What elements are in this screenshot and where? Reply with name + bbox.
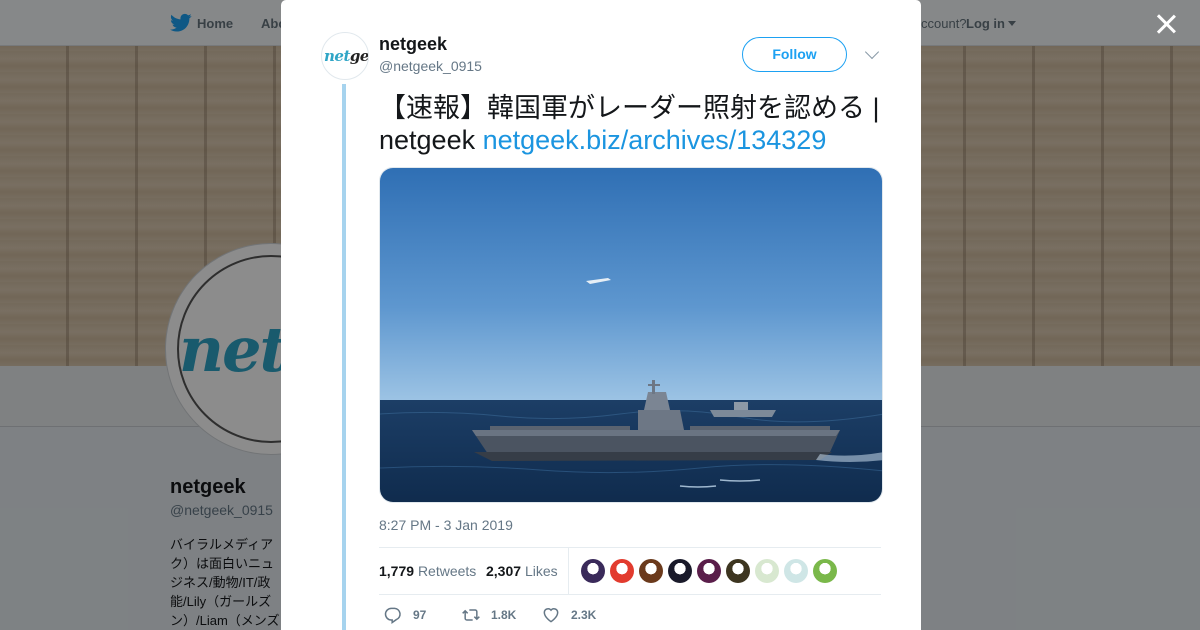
follow-button[interactable]: Follow (742, 37, 847, 72)
tweet-text: 【速報】韓国軍がレーダー照射を認める | netgeek netgeek.biz… (379, 92, 889, 156)
tweet-modal: netgeek netgeek @netgeek_0915 Follow 【速報… (281, 0, 921, 630)
chevron-down-icon[interactable] (864, 44, 880, 60)
likes-label: Likes (524, 563, 558, 579)
reply-button[interactable]: 97 (383, 603, 426, 627)
tweet-timestamp[interactable]: 8:27 PM - 3 Jan 2019 (379, 517, 513, 533)
liker-avatar[interactable] (610, 559, 634, 583)
like-count: 2.3K (571, 608, 597, 622)
retweets-stat[interactable]: 1,779 Retweets (379, 563, 476, 579)
reply-count: 97 (413, 608, 427, 622)
liker-avatar[interactable] (726, 559, 750, 583)
retweets-count: 1,779 (379, 563, 415, 579)
heart-icon (543, 608, 559, 623)
tweet-actions: 97 1.8K 2.3K (379, 603, 881, 627)
liker-avatar[interactable] (668, 559, 692, 583)
tweet-stats: 1,779 Retweets 2,307 Likes (379, 547, 881, 595)
tweet-link[interactable]: netgeek.biz/archives/134329 (483, 125, 827, 155)
thread-line (342, 84, 346, 630)
tweet-author-avatar[interactable]: netgeek (321, 32, 369, 80)
retweets-label: Retweets (417, 563, 477, 579)
liker-avatar[interactable] (697, 559, 721, 583)
tweet-media-photo[interactable] (379, 167, 883, 503)
reply-icon (384, 607, 401, 624)
warship-photo (380, 168, 882, 502)
likes-stat[interactable]: 2,307 Likes (486, 563, 558, 579)
netgeek-logo: netgeek (324, 47, 369, 65)
liker-avatar[interactable] (581, 559, 605, 583)
tweet-author-name[interactable]: netgeek (379, 34, 447, 55)
close-icon[interactable] (1152, 10, 1180, 38)
liker-avatar[interactable] (813, 559, 837, 583)
liker-avatar[interactable] (639, 559, 663, 583)
retweet-count: 1.8K (491, 608, 517, 622)
liker-avatar[interactable] (784, 559, 808, 583)
like-button[interactable]: 2.3K (541, 603, 596, 627)
retweet-icon (462, 609, 480, 621)
retweet-button[interactable]: 1.8K (461, 603, 516, 627)
tweet-author-handle[interactable]: @netgeek_0915 (379, 58, 482, 74)
stats-divider (568, 548, 569, 594)
liker-avatar[interactable] (755, 559, 779, 583)
likes-count: 2,307 (486, 563, 522, 579)
